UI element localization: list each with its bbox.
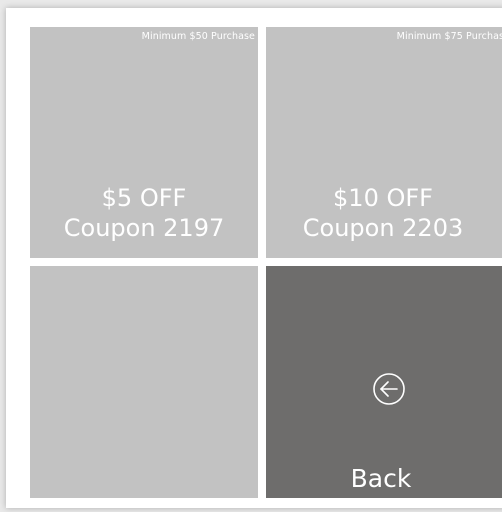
- back-arrow-circle-icon: [373, 373, 405, 405]
- back-label: Back: [350, 464, 412, 493]
- coupon-code: Coupon 2197: [63, 214, 225, 242]
- coupon-tile-2197[interactable]: Minimum $50 Purchase $5 OFF Coupon 2197: [30, 27, 258, 258]
- empty-tile: [30, 266, 258, 498]
- discount-amount: $10 OFF: [333, 184, 433, 212]
- minimum-purchase-label: Minimum $50 Purchase: [141, 31, 255, 42]
- coupon-text: $10 OFF Coupon 2203: [266, 183, 500, 243]
- coupon-text: $5 OFF Coupon 2197: [30, 183, 258, 243]
- coupon-tile-2203[interactable]: Minimum $75 Purchase $10 OFF Coupon 2203: [266, 27, 502, 258]
- coupon-panel: Minimum $50 Purchase $5 OFF Coupon 2197 …: [6, 8, 502, 508]
- minimum-purchase-label: Minimum $75 Purchase: [396, 31, 502, 42]
- discount-amount: $5 OFF: [101, 184, 187, 212]
- back-button[interactable]: Back: [266, 266, 502, 498]
- coupon-code: Coupon 2203: [302, 214, 464, 242]
